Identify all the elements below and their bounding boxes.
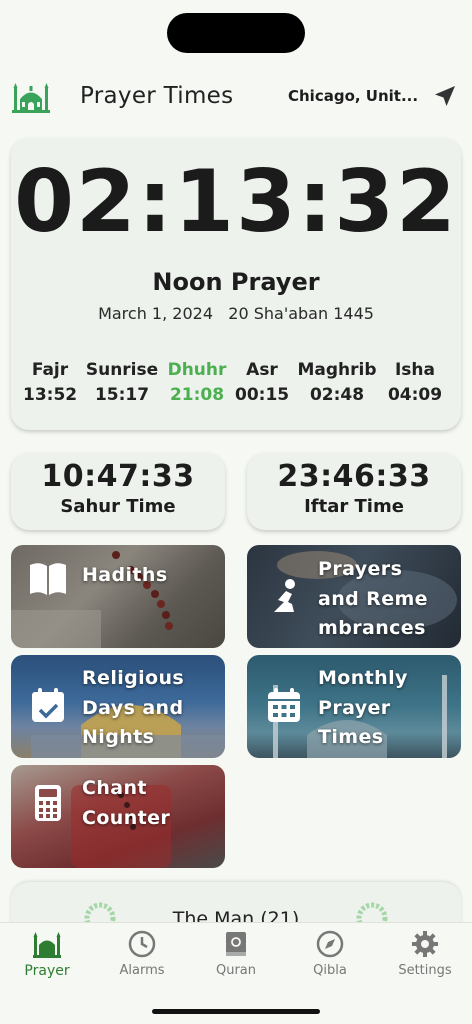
prayer-time-name: Sunrise [85,360,159,380]
prayers-remembrances-tile[interactable]: Prayers and Reme mbrances [247,545,461,648]
prayer-time-name: Asr [246,360,278,380]
prayer-time-value: 15:17 [94,385,150,405]
current-prayer-name: Noon Prayer [152,268,320,296]
religious-days-tile[interactable]: Religious Days and Nights [11,655,225,758]
prayer-time-sunrise: Sunrise 15:17 [85,358,159,408]
prayer-time-name: Isha [394,360,436,380]
tile-label: Religious Days and Nights [82,667,185,748]
tab-prayer[interactable]: Prayer [7,929,87,979]
tab-label: Quran [215,963,257,978]
tab-label: Alarms [119,963,165,978]
current-prayer-card: 02:13:32 Noon Prayer March 1, 2024 20 Sh… [11,138,461,430]
dynamic-island [167,13,305,53]
date-row: March 1, 2024 20 Sha'aban 1445 [11,304,461,323]
compass-icon [316,930,344,958]
prayer-time-value: 02:48 [309,385,365,405]
tab-alarms[interactable]: Alarms [102,929,182,978]
clock-icon [128,930,156,958]
tile-label: Monthly Prayer Times [318,667,408,748]
hijri-date: 20 Sha'aban 1445 [228,304,374,323]
praying-person-icon [274,579,295,612]
prayer-time-value: 04:09 [387,385,443,405]
gear-icon [412,931,438,957]
prayer-time-value: 00:15 [235,385,290,405]
countdown-clock: 02:13:32 [14,152,458,252]
home-indicator[interactable] [152,1009,320,1014]
prayer-time-name: Fajr [31,360,69,380]
iftar-label: Iftar Time [304,496,404,517]
prayer-time-fajr: Fajr 13:52 [23,358,77,408]
sahur-card: 10:47:33 Sahur Time [11,453,225,530]
tab-qibla[interactable]: Qibla [290,929,370,978]
prayer-time-name: Dhuhr [167,360,227,380]
prayer-time-asr: Asr 00:15 [235,358,289,408]
tile-label: Prayers and Reme mbrances [318,558,428,639]
gregorian-date: March 1, 2024 [98,304,213,323]
prayer-time-value: 21:08 [169,385,225,405]
navigation-arrow-icon[interactable] [433,84,457,108]
app-title: Prayer Times [80,83,234,109]
prayer-time-value: 13:52 [23,385,78,405]
tab-label: Qibla [313,963,347,978]
tab-quran[interactable]: Quran [196,929,276,978]
chant-counter-tile[interactable]: Chant Counter [11,765,225,868]
mosque-icon [12,83,50,113]
tile-label: Chant Counter [82,777,171,829]
prayer-time-name: Maghrib [297,360,377,380]
prayer-times-row: Fajr 13:52 Sunrise 15:17 Dhuhr 21:08 Asr… [11,358,461,408]
calendar-grid-icon [268,688,300,722]
tab-settings[interactable]: Settings [385,929,465,978]
open-book-icon [30,563,66,595]
mosque-icon [33,932,61,958]
prayer-time-maghrib: Maghrib 02:48 [297,358,377,408]
tab-label: Prayer [24,963,70,979]
tab-label: Settings [398,963,452,978]
prayer-time-isha: Isha 04:09 [387,358,443,408]
iftar-card: 23:46:33 Iftar Time [247,453,461,530]
calculator-icon [35,785,61,821]
calendar-check-icon [32,688,64,722]
tile-label: Hadiths [82,564,168,586]
app-header: Prayer Times Chicago, Unit... [0,72,472,122]
quran-book-icon [226,932,246,956]
location-label[interactable]: Chicago, Unit... [288,87,418,105]
hadiths-tile[interactable]: Hadiths [11,545,225,648]
sahur-time: 10:47:33 [41,459,195,494]
iftar-time: 23:46:33 [277,459,431,494]
prayer-time-dhuhr: Dhuhr 21:08 [165,358,229,408]
monthly-prayer-times-tile[interactable]: Monthly Prayer Times [247,655,461,758]
sahur-label: Sahur Time [60,496,176,517]
